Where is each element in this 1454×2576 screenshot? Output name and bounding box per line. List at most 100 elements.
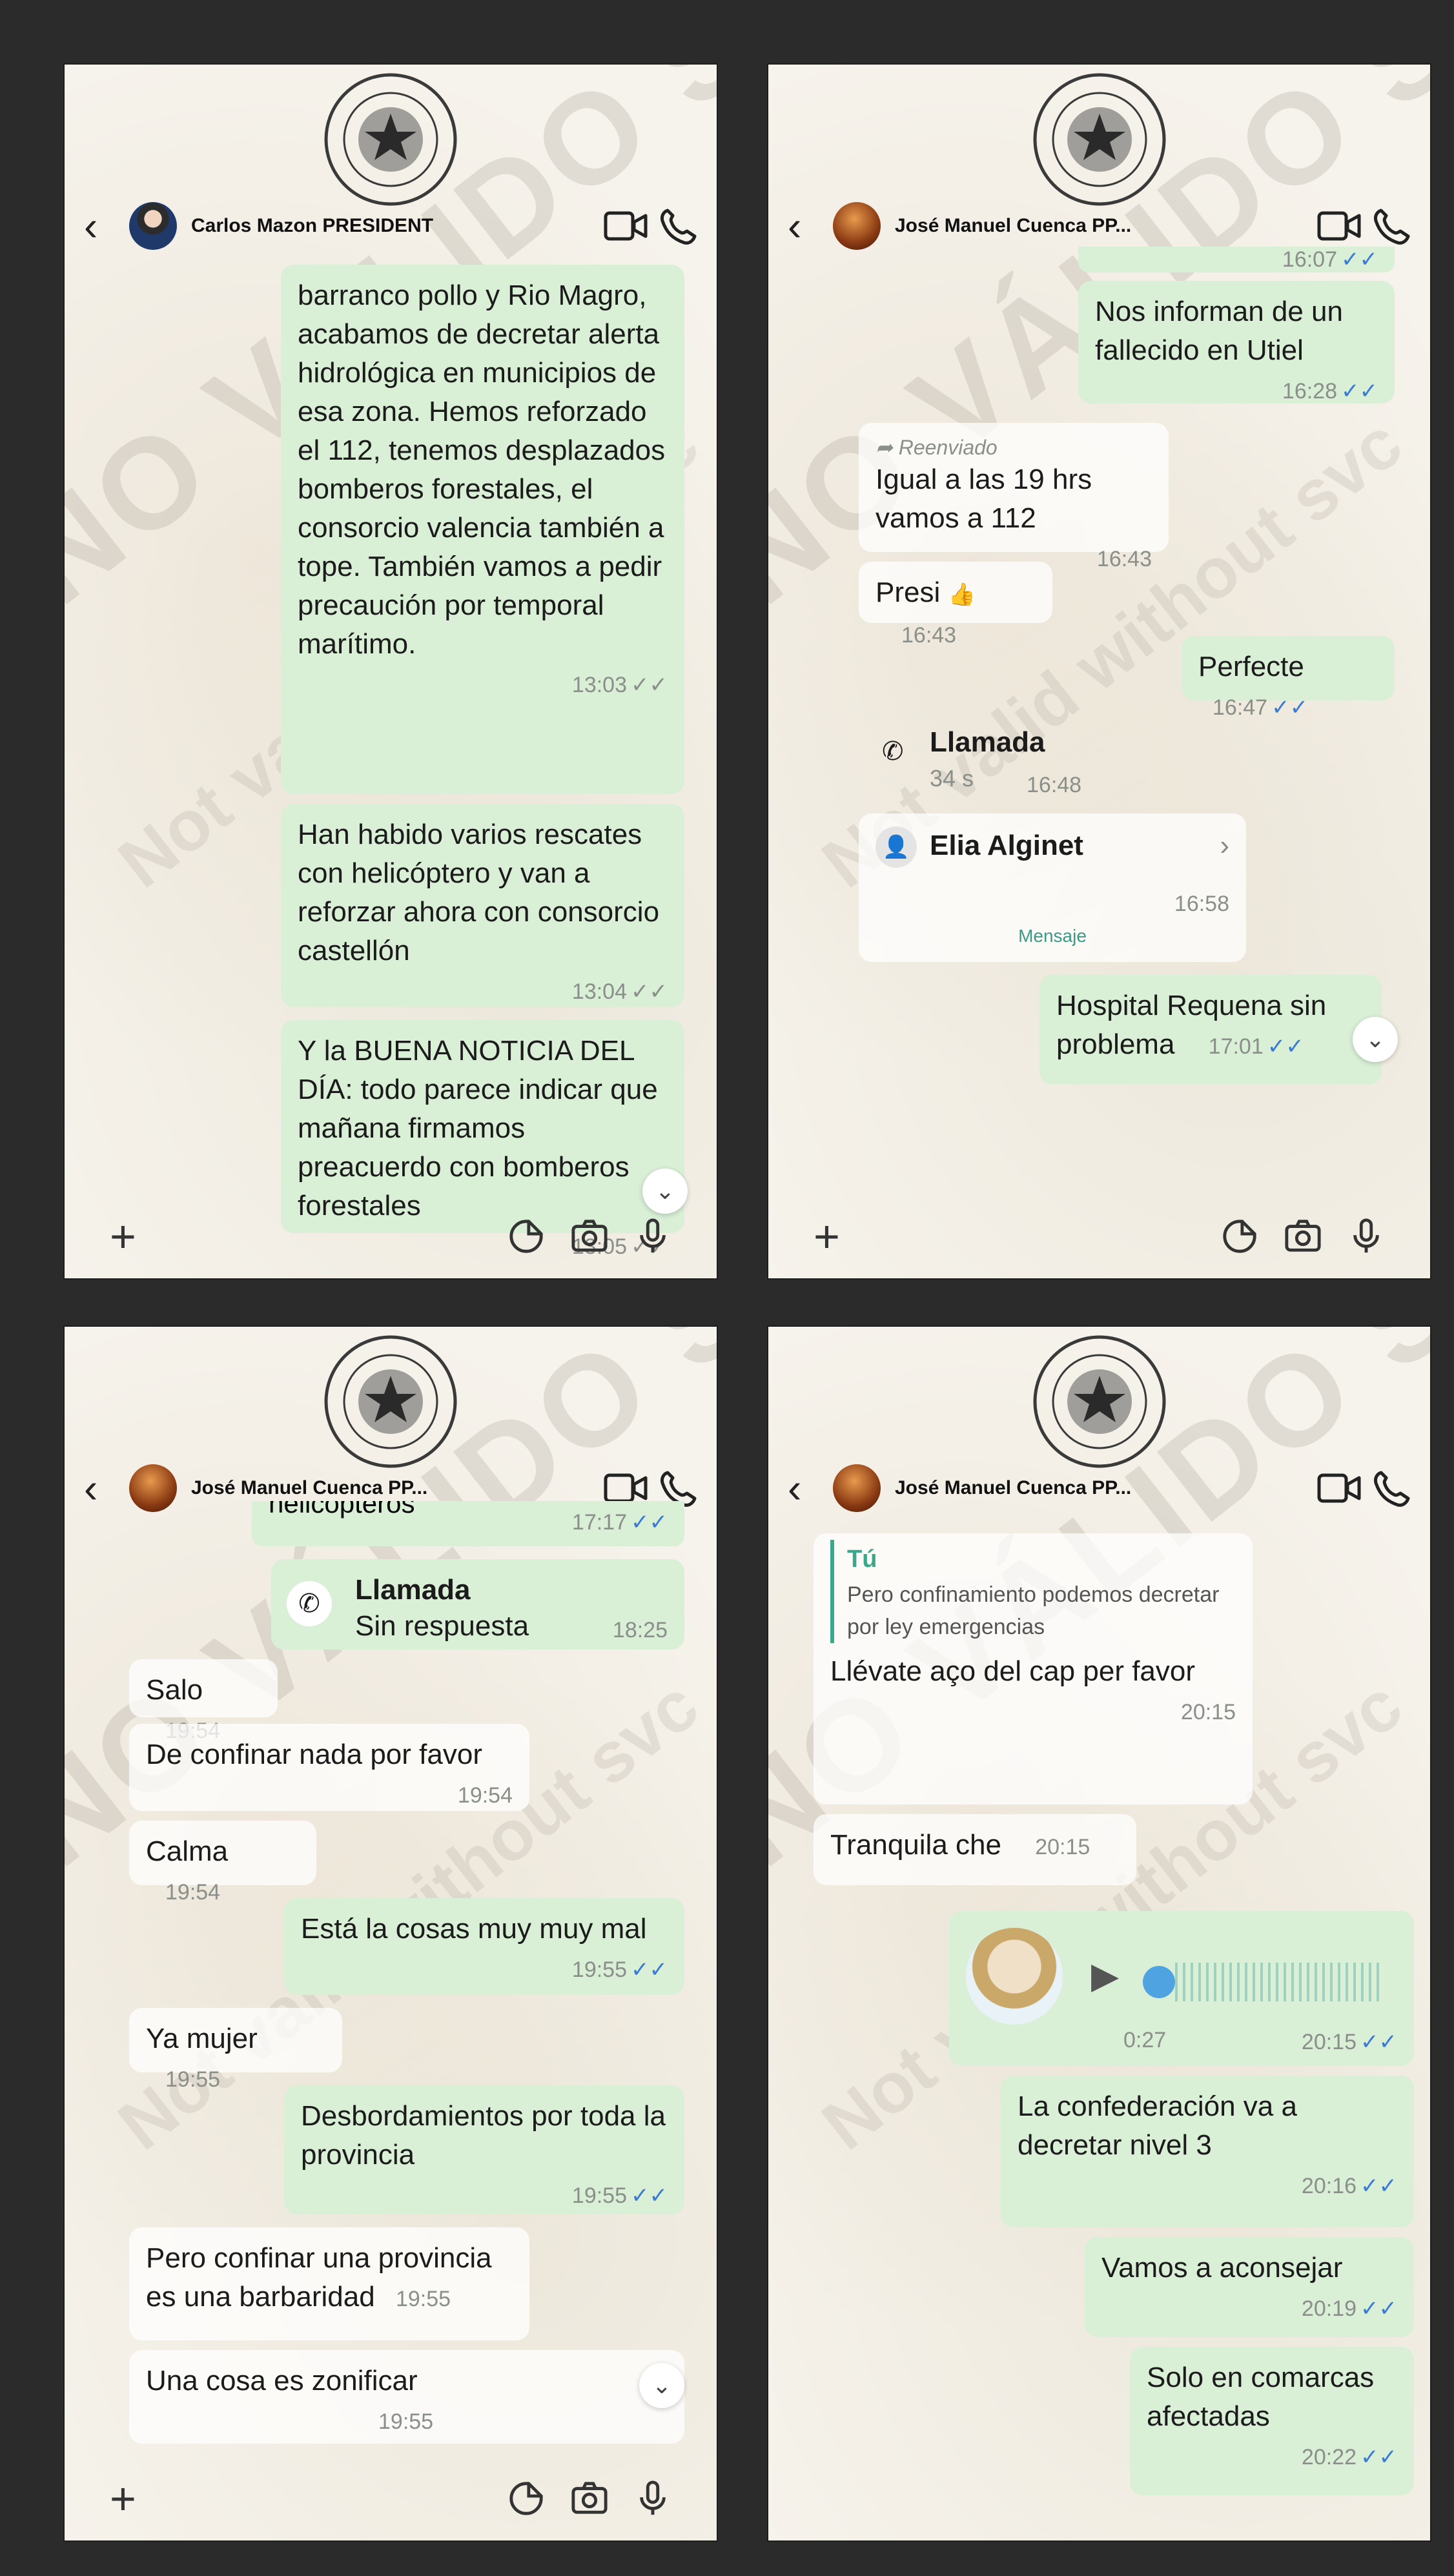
scroll-down-button[interactable]: ⌄ [1353, 1017, 1398, 1062]
screenshot-panel-3: NO VÁLIDO SIN CSV Not valid without svc … [65, 1327, 717, 2540]
voice-message-bubble[interactable]: ▶ 0:27 20:15 ✓✓ [949, 1911, 1414, 2066]
quoted-message[interactable]: Tú Pero confinamiento podemos decretar p… [830, 1540, 1236, 1643]
avatar[interactable] [129, 1464, 177, 1512]
message-bubble[interactable]: helicopteros 17:17 ✓✓ [252, 1501, 684, 1546]
play-icon[interactable]: ▶ [1091, 1956, 1119, 1995]
missed-call-icon: ✆ [882, 737, 904, 766]
composer-bar: + [65, 1194, 717, 1278]
camera-icon[interactable] [571, 2480, 608, 2517]
message-bubble[interactable]: Calma 19:54 [129, 1821, 316, 1905]
avatar[interactable] [833, 202, 881, 250]
plus-icon[interactable]: + [814, 1211, 1195, 1262]
message-time: 20:16 [1301, 2174, 1357, 2198]
waveform [1175, 1963, 1382, 2001]
message-bubble[interactable]: La confederación va a decretar nivel 3 2… [1001, 2076, 1414, 2227]
forwarded-message-bubble[interactable]: ➦ Reenviado Igual a las 19 hrs vamos a 1… [859, 423, 1169, 571]
read-ticks-icon: ✓✓ [1360, 2030, 1397, 2054]
back-icon[interactable]: ‹ [788, 1467, 833, 1509]
chat-header: ‹ José Manuel Cuenca PP... [768, 1449, 1430, 1527]
scroll-down-button[interactable]: ⌄ [639, 2363, 684, 2408]
contact-name[interactable]: José Manuel Cuenca PP... [191, 1477, 593, 1499]
message-text: Vamos a aconsejar [1101, 2252, 1343, 2284]
message-time: 20:19 [1301, 2296, 1357, 2321]
sticker-icon[interactable] [1221, 1218, 1258, 1255]
contact-name[interactable]: Carlos Mazon PRESIDENT [191, 215, 593, 237]
plus-icon[interactable]: + [110, 2473, 482, 2524]
call-log-item[interactable]: ✆ Llamada Sin respuesta 18:25 [271, 1559, 684, 1650]
message-time: 19:55 [165, 2067, 221, 2092]
message-text: Tranquila che [830, 1829, 1001, 1861]
plus-icon[interactable]: + [110, 1211, 482, 1262]
message-bubble[interactable]: 16:07 ✓✓ [1078, 247, 1395, 272]
read-ticks-icon: ✓✓ [631, 979, 668, 1004]
message-time: 20:15 [1301, 2030, 1357, 2054]
message-bubble[interactable]: Solo en comarcas afectadas 20:22 ✓✓ [1130, 2347, 1414, 2495]
thumbs-up-emoji: 👍 [948, 582, 976, 607]
contact-card[interactable]: 👤 Elia Alginet › 16:58 Mensaje [859, 813, 1246, 962]
sticker-icon[interactable] [507, 2480, 545, 2517]
playback-slider-handle[interactable] [1143, 1966, 1175, 1998]
read-ticks-icon: ✓✓ [1360, 2445, 1397, 2469]
message-bubble[interactable]: Ya mujer 19:55 [129, 2008, 342, 2092]
chat-header: ‹ Carlos Mazon PRESIDENT [65, 187, 717, 265]
message-text: Y la BUENA NOTICIA DEL DÍA: todo parece … [298, 1035, 658, 1222]
message-time: 16:48 [1027, 773, 1082, 797]
message-time: 19:55 [395, 2287, 451, 2311]
message-text: Solo en comarcas afectadas [1147, 2362, 1375, 2432]
back-icon[interactable]: ‹ [84, 1467, 129, 1509]
message-time: 13:04 [571, 979, 628, 1004]
call-label: Llamada [930, 726, 1045, 758]
message-bubble[interactable]: Vamos a aconsejar 20:19 ✓✓ [1085, 2237, 1414, 2337]
phone-icon[interactable] [659, 207, 697, 245]
message-bubble[interactable]: Han habido varios rescates con helicópte… [281, 804, 684, 1007]
message-text: Desbordamientos por toda la provincia [301, 2100, 666, 2171]
read-ticks-icon: ✓✓ [1360, 2174, 1397, 2198]
read-ticks-icon: ✓✓ [631, 1958, 668, 1982]
microphone-icon[interactable] [634, 2480, 671, 2517]
avatar[interactable] [129, 202, 177, 250]
message-text: Igual a las 19 hrs vamos a 112 [875, 464, 1092, 534]
message-bubble[interactable]: Hospital Requena sin problema 17:01 ✓✓ [1039, 975, 1382, 1085]
forwarded-label: Reenviado [898, 436, 998, 459]
message-bubble[interactable]: Perfecte 16:47 ✓✓ [1182, 636, 1395, 720]
reply-message-bubble[interactable]: Tú Pero confinamiento podemos decretar p… [814, 1533, 1253, 1804]
back-icon[interactable]: ‹ [84, 205, 129, 247]
phone-icon[interactable] [1372, 1469, 1411, 1508]
message-bubble[interactable]: De confinar nada por favor 19:54 [129, 1724, 529, 1811]
message-bubble[interactable]: Presi 👍 16:43 [859, 562, 1052, 648]
read-ticks-icon: ✓✓ [1271, 695, 1309, 720]
message-bubble[interactable]: Pero confinar una provincia es una barba… [129, 2227, 529, 2340]
microphone-icon[interactable] [634, 1218, 671, 1255]
message-time: 16:47 [1213, 695, 1268, 720]
video-call-icon[interactable] [1316, 1469, 1362, 1508]
chevron-right-icon: › [1220, 830, 1229, 861]
message-bubble[interactable]: Salo 19:54 [129, 1659, 278, 1743]
video-call-icon[interactable] [1316, 207, 1362, 245]
message-list: 16:07 ✓✓ Nos informan de un fallecido en … [768, 247, 1430, 1194]
message-text: La confederación va a decretar nivel 3 [1018, 2090, 1297, 2161]
read-ticks-icon: ✓✓ [1267, 1034, 1304, 1059]
microphone-icon[interactable] [1347, 1218, 1385, 1255]
message-bubble[interactable]: Nos informan de un fallecido en Utiel 16… [1078, 281, 1395, 404]
video-call-icon[interactable] [603, 207, 648, 245]
message-time: 16:28 [1282, 379, 1338, 404]
back-icon[interactable]: ‹ [788, 205, 833, 247]
message-contact-button[interactable]: Mensaje [859, 917, 1246, 956]
camera-icon[interactable] [571, 1218, 608, 1255]
message-bubble[interactable]: barranco pollo y Rio Magro, acabamos de … [281, 265, 684, 794]
camera-icon[interactable] [1284, 1218, 1322, 1255]
message-bubble[interactable]: Tranquila che 20:15 [814, 1814, 1136, 1885]
phone-icon[interactable] [1372, 207, 1411, 245]
message-text: Perfecte [1198, 651, 1304, 682]
contact-name[interactable]: José Manuel Cuenca PP... [895, 215, 1306, 237]
read-ticks-icon: ✓✓ [1360, 2296, 1397, 2321]
contact-name[interactable]: José Manuel Cuenca PP... [895, 1477, 1306, 1499]
message-text: Una cosa es zonificar [146, 2365, 418, 2397]
message-bubble[interactable]: Desbordamientos por toda la provincia 19… [284, 2085, 684, 2214]
sticker-icon[interactable] [507, 1218, 545, 1255]
message-bubble[interactable]: Está la cosas muy muy mal 19:55 ✓✓ [284, 1898, 684, 1995]
call-log-item[interactable]: ✆ Llamada 34 s 16:48 [859, 717, 1130, 801]
message-bubble[interactable]: Una cosa es zonificar 19:55 [129, 2350, 684, 2444]
avatar[interactable] [833, 1464, 881, 1512]
message-text: Salo [146, 1674, 203, 1706]
